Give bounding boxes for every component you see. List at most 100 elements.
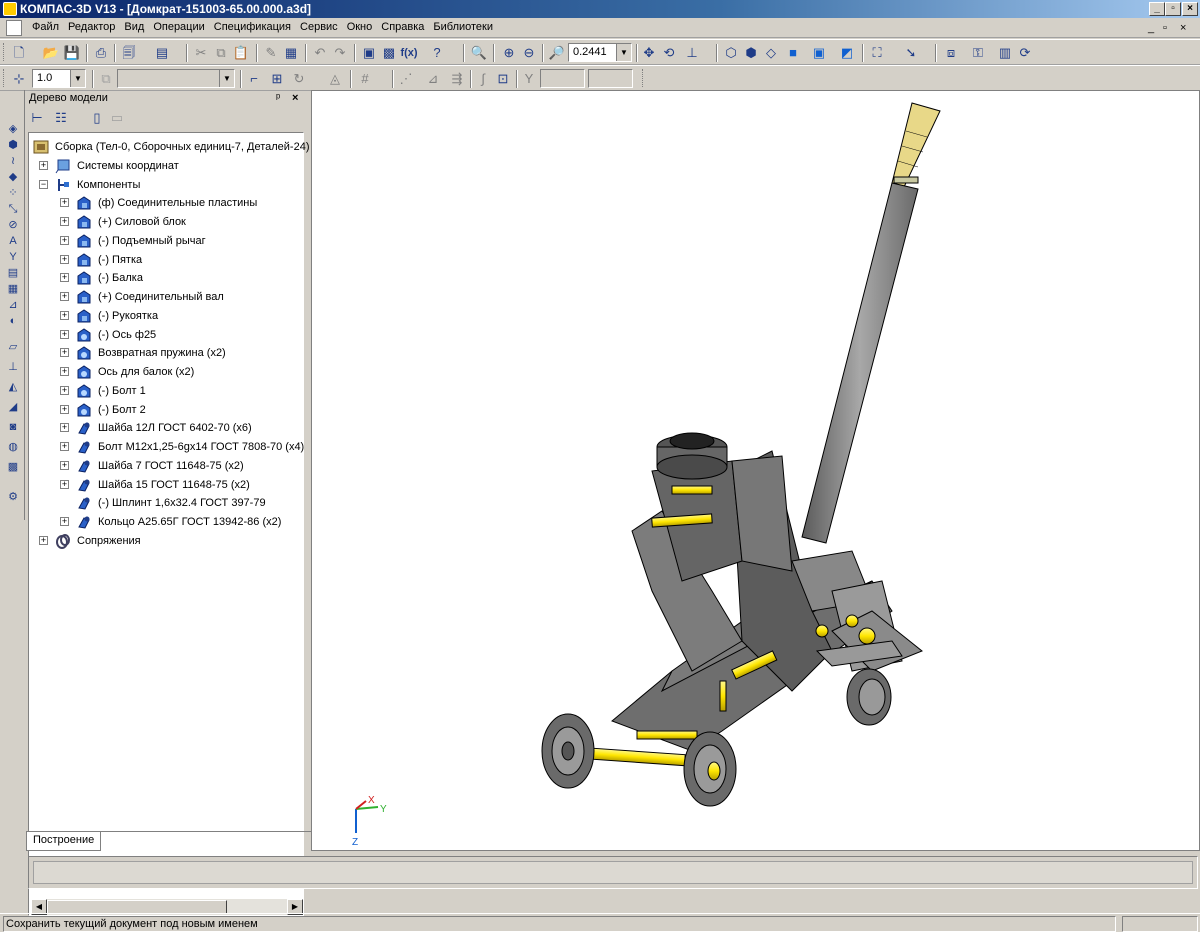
menu-view[interactable]: Вид — [122, 21, 151, 33]
tree-sort-icon[interactable]: ⊢ — [28, 109, 46, 127]
collapse-icon[interactable]: − — [39, 179, 48, 189]
redo-icon[interactable]: ↷ — [331, 44, 349, 62]
measure-icon[interactable]: A — [5, 234, 21, 248]
shell-icon[interactable]: ◙ — [5, 420, 21, 434]
zoom-scale-icon[interactable]: 🔎 — [548, 44, 566, 62]
wireframe-icon[interactable]: ⬡ — [722, 44, 740, 62]
thin-lines-icon[interactable]: ◇ — [762, 44, 780, 62]
variables-icon[interactable]: ▩ — [380, 44, 398, 62]
menu-service[interactable]: Сервис — [298, 21, 345, 33]
expand-icon[interactable]: + — [60, 348, 69, 358]
local-cs-icon[interactable]: ⊿ — [424, 70, 442, 88]
close-icon[interactable]: × — [292, 90, 298, 107]
pin-icon[interactable]: ᵖ — [276, 90, 280, 107]
surfaces-icon[interactable]: ◆ — [5, 170, 21, 184]
spec-icon[interactable]: ▤ — [5, 266, 21, 280]
tree-view-icon[interactable]: ☷ — [52, 109, 70, 127]
chevron-down-icon[interactable]: ▼ — [616, 44, 631, 61]
doc-close-button[interactable]: × — [1180, 22, 1186, 34]
cut-icon[interactable]: ✂ — [192, 44, 210, 62]
zoom-window-icon[interactable]: 🔍 — [470, 44, 488, 62]
library-manager-icon[interactable]: ⧈ — [942, 44, 960, 62]
perspective-icon[interactable]: ◩ — [838, 44, 856, 62]
preview-icon[interactable]: 🗐 — [120, 44, 138, 62]
zoom-out-icon[interactable]: ⊖ — [520, 44, 538, 62]
undo-icon[interactable]: ↶ — [311, 44, 329, 62]
expand-icon[interactable]: + — [60, 367, 69, 376]
fixed-icon[interactable]: ⊡ — [494, 70, 512, 88]
help-pointer-icon[interactable]: ? — [428, 44, 446, 62]
arrays-icon[interactable]: ⁘ — [5, 186, 21, 200]
expand-icon[interactable]: + — [60, 442, 69, 451]
toolbar-grip[interactable] — [3, 43, 6, 61]
expand-icon[interactable]: + — [60, 273, 69, 283]
part-icon[interactable]: ⬢ — [5, 138, 21, 152]
maximize-button[interactable]: ▫ — [1165, 2, 1181, 16]
open-folder-icon[interactable]: 📂 — [42, 44, 60, 62]
paste-icon[interactable]: 📋 — [232, 44, 250, 62]
rebuild-icon[interactable]: ⇶ — [448, 70, 466, 88]
plane-icon[interactable]: ▱ — [5, 340, 21, 354]
menu-editor[interactable]: Редактор — [66, 21, 122, 33]
pan-icon[interactable]: ✥ — [640, 44, 658, 62]
elements-icon[interactable]: ◐ — [5, 314, 21, 328]
menu-file[interactable]: Файл — [30, 21, 66, 33]
expand-icon[interactable]: + — [60, 460, 69, 470]
toolbar-grip[interactable] — [642, 69, 645, 87]
format-brush-icon[interactable]: ✎ — [262, 44, 280, 62]
tools-icon[interactable]: ⚙ — [5, 490, 21, 504]
menu-help[interactable]: Справка — [379, 21, 431, 33]
sketch-icon[interactable]: ⌐ — [245, 70, 263, 88]
minimize-button[interactable]: _ — [1149, 2, 1165, 16]
expand-icon[interactable]: + — [60, 235, 69, 245]
expand-icon[interactable]: + — [60, 198, 69, 208]
attributes-icon[interactable]: ⚿ — [969, 44, 987, 62]
model-viewport[interactable]: X Y Z — [311, 90, 1200, 851]
menu-libraries[interactable]: Библиотеки — [431, 21, 500, 33]
section-icon[interactable]: ▩ — [5, 460, 21, 474]
dimensions-icon[interactable]: ⊿ — [5, 298, 21, 312]
tab-construction[interactable]: Построение — [26, 832, 102, 851]
reports-icon[interactable]: ▦ — [5, 282, 21, 296]
rotate-icon[interactable]: ⟲ — [660, 44, 678, 62]
snap-icon[interactable]: ⋰ — [397, 70, 415, 88]
menu-specification[interactable]: Спецификация — [212, 21, 298, 33]
edit-part-icon[interactable]: ◈ — [5, 122, 21, 136]
copy-icon[interactable]: ⧉ — [212, 44, 230, 62]
sheet-icon[interactable]: ◢ — [5, 400, 21, 414]
curve-icon[interactable]: ∫ — [474, 70, 492, 88]
scroll-thumb[interactable] — [47, 900, 227, 914]
auxiliary-icon[interactable]: ⤡ — [5, 202, 21, 216]
expand-icon[interactable]: + — [60, 310, 69, 320]
expand-icon[interactable]: + — [60, 479, 69, 489]
hidden-lines-icon[interactable]: ⬢ — [742, 44, 760, 62]
halftone-icon[interactable]: ■ — [784, 44, 802, 62]
grid-icon[interactable]: # — [356, 70, 374, 88]
expand-icon[interactable]: + — [60, 404, 69, 414]
model-tree-icon[interactable]: ▣ — [360, 44, 378, 62]
mates-icon[interactable]: ⊘ — [5, 218, 21, 232]
doc-minimize-button[interactable]: _ — [1148, 22, 1154, 34]
manager-icon[interactable]: ▤ — [153, 44, 171, 62]
update-icon[interactable]: ⟳ — [1016, 44, 1034, 62]
ortho-icon[interactable]: ⊞ — [268, 70, 286, 88]
function-icon[interactable]: f(x) — [400, 44, 418, 62]
revolve-icon[interactable]: ◭ — [5, 380, 21, 394]
expand-icon[interactable]: + — [60, 517, 69, 526]
toolbar-grip[interactable] — [3, 69, 6, 87]
expand-icon[interactable]: + — [60, 292, 69, 301]
doc-restore-button[interactable]: ▫ — [1163, 22, 1167, 34]
filter-icon[interactable]: ⛶ — [868, 44, 886, 62]
new-file-icon[interactable]: 🗋 — [10, 44, 28, 62]
expand-icon[interactable]: + — [60, 385, 69, 395]
menu-window[interactable]: Окно — [345, 21, 380, 33]
expand-icon[interactable]: + — [60, 217, 69, 226]
expand-icon[interactable]: + — [60, 423, 69, 433]
chevron-down-icon[interactable]: ▼ — [70, 70, 85, 87]
curves-icon[interactable]: ≀ — [5, 154, 21, 168]
zoom-in-icon[interactable]: ⊕ — [500, 44, 518, 62]
fillet-icon[interactable]: ◍ — [5, 440, 21, 454]
expand-icon[interactable]: + — [60, 254, 69, 264]
menu-operations[interactable]: Операции — [151, 21, 211, 33]
bom-icon[interactable]: ▥ — [996, 44, 1014, 62]
